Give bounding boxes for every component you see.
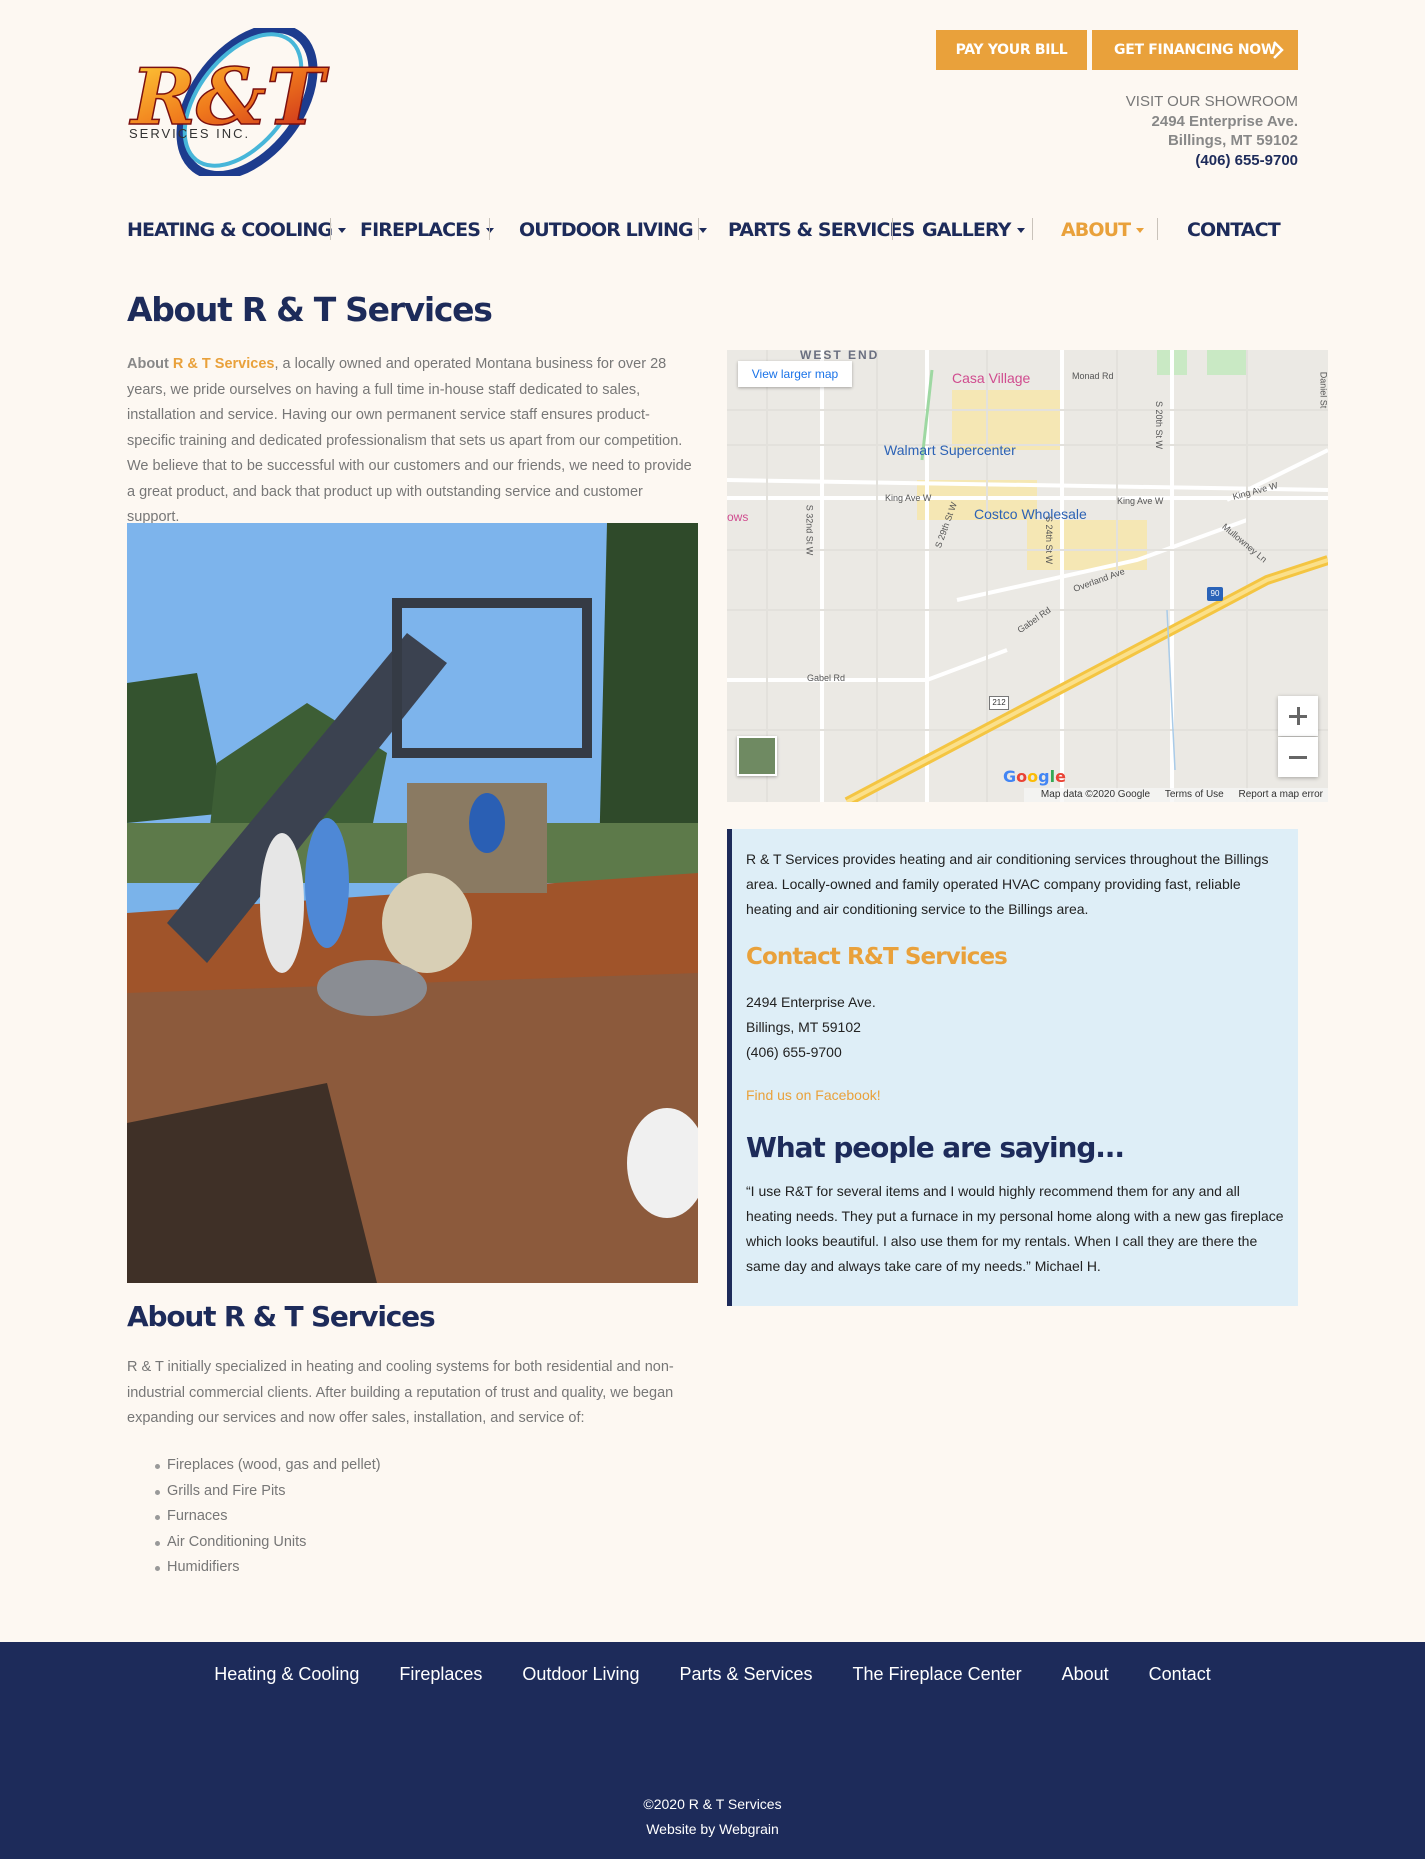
company-link[interactable]: R & T Services (173, 356, 275, 372)
map-poi-partial: ows (727, 510, 749, 524)
street-label: Daniel St (1318, 371, 1328, 409)
map-footer: Map data ©2020 Google Terms of Use Repor… (1023, 788, 1328, 802)
contact-address-line1: 2494 Enterprise Ave. (746, 994, 876, 1010)
company-logo[interactable]: R&T SERVICES INC. (127, 23, 335, 181)
street-label: King Ave W (1117, 496, 1164, 506)
contact-phone[interactable]: (406) 655-9700 (746, 1040, 1284, 1065)
nav-divider (489, 218, 490, 240)
google-map[interactable]: WEST END Casa Village Walmart Supercente… (727, 350, 1328, 802)
team-install-photo (127, 523, 698, 1283)
page-title: About R & T Services (127, 290, 493, 329)
map-poi[interactable]: Casa Village (952, 370, 1030, 386)
testimonial-quote: “I use R&T for several items and I would… (746, 1183, 1284, 1274)
nav-gallery[interactable]: GALLERY (922, 212, 1025, 248)
map-canvas[interactable] (727, 350, 1328, 802)
caret-down-icon (486, 228, 495, 233)
site-footer: Heating & Cooling Fireplaces Outdoor Liv… (0, 1642, 1425, 1859)
section-subtitle: About R & T Services (127, 1300, 436, 1333)
nav-heating-cooling[interactable]: HEATING & COOLING (127, 212, 347, 248)
footer-link-parts-services[interactable]: Parts & Services (679, 1664, 812, 1685)
caret-down-icon (338, 228, 347, 233)
list-item: Humidifiers (155, 1555, 381, 1581)
view-larger-map-link[interactable]: View larger map (738, 361, 852, 387)
zoom-out-button[interactable] (1278, 737, 1318, 777)
satellite-toggle[interactable] (737, 736, 777, 776)
map-poi[interactable]: Walmart Supercenter (884, 442, 1016, 458)
showroom-address-line2: Billings, MT 59102 (1167, 132, 1298, 149)
contact-title: Contact R&T Services (746, 944, 1008, 970)
nav-fireplaces[interactable]: FIREPLACES (360, 212, 495, 248)
footer-nav: Heating & Cooling Fireplaces Outdoor Liv… (0, 1664, 1425, 1685)
footer-link-fireplace-center[interactable]: The Fireplace Center (853, 1664, 1022, 1685)
street-label: Gabel Rd (807, 673, 846, 683)
testimonials-title: What people are saying... (746, 1131, 1125, 1164)
map-poi[interactable]: Costco Wholesale (974, 506, 1087, 522)
services-list: Fireplaces (wood, gas and pellet) Grills… (155, 1453, 381, 1581)
footer-link-outdoor-living[interactable]: Outdoor Living (522, 1664, 639, 1685)
showroom-address-line1: 2494 Enterprise Ave. (1151, 112, 1298, 130)
nav-divider (1157, 218, 1158, 240)
webgrain-credit-link[interactable]: Website by Webgrain (0, 1817, 1425, 1842)
nav-parts-services[interactable]: PARTS & SERVICES (728, 212, 915, 248)
street-label: Monad Rd (1072, 371, 1114, 381)
pay-bill-button[interactable]: PAY YOUR BILL (936, 30, 1087, 70)
caret-down-icon (698, 228, 707, 233)
facebook-link[interactable]: Find us on Facebook! (746, 1083, 1284, 1108)
interstate-shield: 90 (1207, 587, 1223, 601)
nav-about[interactable]: ABOUT (1061, 212, 1145, 248)
info-sidebar: R & T Services provides heating and air … (727, 829, 1298, 1306)
showroom-phone[interactable]: (406) 655-9700 (1126, 151, 1298, 171)
services-intro: R & T initially specialized in heating a… (127, 1359, 674, 1426)
street-label: S 32nd St W (804, 504, 815, 556)
copyright: ©2020 R & T Services Website by Webgrain (0, 1792, 1425, 1842)
caret-down-icon (1136, 228, 1145, 233)
showroom-info: VISIT OUR SHOWROOM 2494 Enterprise Ave. … (1126, 92, 1298, 170)
nav-divider (1032, 218, 1033, 240)
get-financing-button[interactable]: GET FINANCING NOW (1092, 30, 1298, 70)
list-item: Furnaces (155, 1504, 381, 1530)
street-label: S 24th St W (1044, 515, 1055, 565)
zoom-in-button[interactable] (1278, 696, 1318, 736)
intro-paragraph: About R & T Services, a locally owned an… (127, 356, 692, 525)
showroom-label: VISIT OUR SHOWROOM (1125, 93, 1298, 110)
caret-down-icon (1016, 228, 1025, 233)
map-terms-link[interactable]: Terms of Use (1165, 789, 1224, 800)
list-item: Grills and Fire Pits (155, 1479, 381, 1505)
nav-outdoor-living[interactable]: OUTDOOR LIVING (519, 212, 707, 248)
google-logo: Google (1003, 767, 1066, 786)
list-item: Fireplaces (wood, gas and pellet) (155, 1453, 381, 1479)
street-label: S 20th St W (1154, 400, 1165, 450)
logo-subtitle: SERVICES INC. (129, 126, 250, 141)
footer-link-fireplaces[interactable]: Fireplaces (399, 1664, 482, 1685)
chevron-right-icon (1273, 41, 1284, 59)
footer-link-heating-cooling[interactable]: Heating & Cooling (214, 1664, 359, 1685)
main-nav: HEATING & COOLING FIREPLACES OUTDOOR LIV… (127, 212, 1298, 248)
list-item: Air Conditioning Units (155, 1530, 381, 1556)
contact-address-line2: Billings, MT 59102 (746, 1019, 861, 1035)
nav-divider (698, 218, 699, 240)
nav-divider (892, 218, 893, 240)
service-description: R & T Services provides heating and air … (746, 851, 1269, 917)
map-report-link[interactable]: Report a map error (1239, 789, 1323, 800)
us-route-shield: 212 (989, 696, 1009, 710)
minus-icon (1289, 756, 1307, 759)
footer-link-about[interactable]: About (1062, 1664, 1109, 1685)
nav-divider (330, 218, 331, 240)
street-label: King Ave W (885, 493, 932, 503)
nav-contact[interactable]: CONTACT (1187, 212, 1281, 248)
footer-link-contact[interactable]: Contact (1149, 1664, 1211, 1685)
